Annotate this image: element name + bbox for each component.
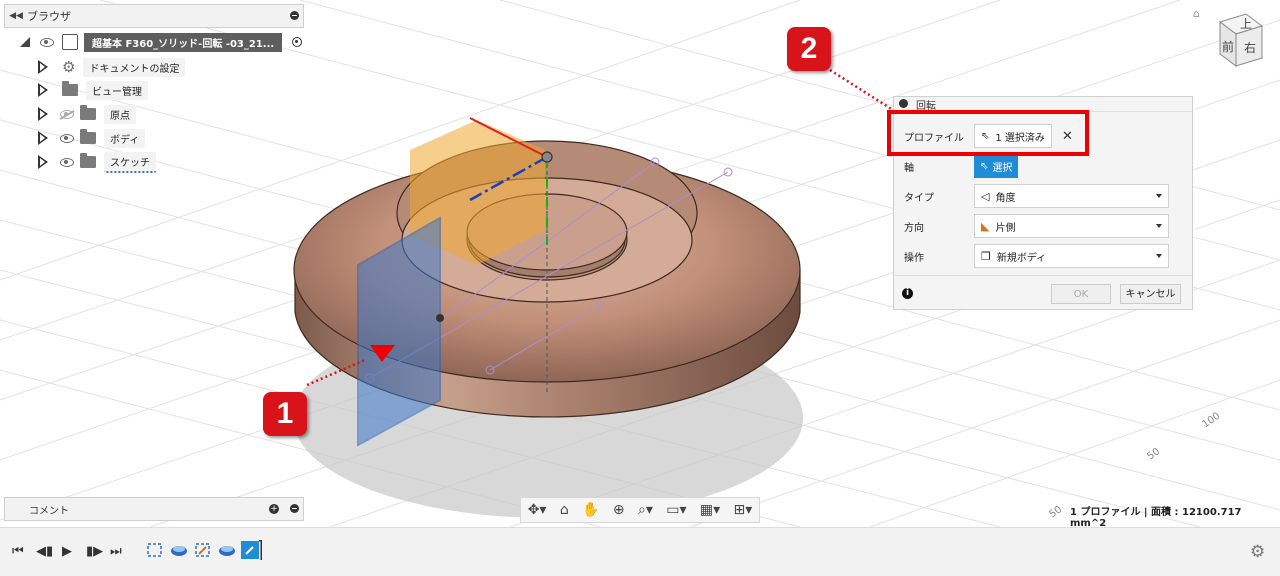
viewcube-top-label: 上 <box>1240 17 1252 31</box>
angle-icon: ◁ <box>981 189 990 203</box>
expand-icon[interactable] <box>38 83 50 97</box>
chevron-down-icon <box>1156 254 1162 258</box>
tree-item-sketches[interactable]: スケッチ <box>38 151 156 173</box>
expand-open-icon[interactable] <box>20 37 30 47</box>
fit-icon[interactable]: ⌕▾ <box>638 502 653 518</box>
direction-value: 片側 <box>995 222 1016 234</box>
viewcube-front-label: 前 <box>1222 39 1234 54</box>
type-dropdown[interactable]: ◁ 角度 <box>974 184 1169 208</box>
minimize-comment-button[interactable] <box>285 503 303 516</box>
zoom-icon[interactable]: ⊕ <box>613 502 625 518</box>
scale-label-100: 100 <box>1200 410 1222 430</box>
navigation-toolbar: ✥▾ ⌂ ✋ ⊕ ⌕▾ ▭▾ ▦▾ ⊞▾ <box>520 497 760 523</box>
info-icon[interactable]: i <box>902 288 913 299</box>
orbit-icon[interactable]: ✥▾ <box>528 502 547 518</box>
operation-value: 新規ボディ <box>996 252 1047 264</box>
tree-item-label: ボディ <box>104 128 146 148</box>
tree-item-label: 原点 <box>104 104 136 124</box>
direction-dropdown[interactable]: ◣ 片側 <box>974 214 1169 238</box>
visibility-eye-icon[interactable] <box>40 37 54 47</box>
timeline-extrude-icon[interactable] <box>170 542 188 558</box>
tree-item-document-settings[interactable]: ⚙ ドキュメントの設定 <box>38 57 186 77</box>
look-at-icon[interactable]: ⌂ <box>560 502 569 518</box>
comment-panel: コメント + <box>4 497 304 521</box>
tree-root[interactable]: 超基本 F360_ソリッド-回転 -03_21... <box>20 32 303 52</box>
operation-label: 操作 <box>904 252 924 264</box>
callout-badge-2: 2 <box>787 27 831 71</box>
timeline-sketch-icon[interactable] <box>146 542 164 558</box>
visibility-eye-icon[interactable] <box>60 157 74 167</box>
pan-icon[interactable]: ✋ <box>582 502 599 518</box>
document-name: 超基本 F360_ソリッド-回転 -03_21... <box>84 32 283 52</box>
folder-icon <box>62 81 78 96</box>
tree-item-label: スケッチ <box>104 151 156 173</box>
tree-item-label: ドキュメントの設定 <box>83 57 186 77</box>
viewports-icon[interactable]: ⊞▾ <box>734 502 753 518</box>
selection-status: 1 プロファイル | 面積 : 12100.717 mm^2 <box>1070 507 1242 529</box>
operation-row: 操作 ❒ 新規ボディ <box>894 243 1192 269</box>
collapse-dialog-icon[interactable] <box>899 99 908 108</box>
direction-label: 方向 <box>904 222 924 234</box>
gear-icon: ⚙ <box>62 58 76 76</box>
display-settings-icon[interactable]: ▭▾ <box>666 502 686 518</box>
add-comment-button[interactable]: + <box>269 504 279 514</box>
play-icon[interactable]: ▶ <box>62 544 72 559</box>
tree-item-label: ビュー管理 <box>86 80 148 100</box>
new-body-icon: ❒ <box>981 249 991 263</box>
browser-panel-header: ◀◀ ブラウザ <box>4 4 304 28</box>
go-to-end-icon[interactable]: ⏭ <box>110 544 122 559</box>
timeline-settings-gear-icon[interactable]: ⚙ <box>1250 542 1265 562</box>
axis-value: 選択 <box>992 162 1013 174</box>
folder-icon <box>80 129 96 144</box>
callout-badge-1: 1 <box>263 392 307 436</box>
collapse-browser-icon[interactable]: ◀◀ <box>5 11 27 21</box>
folder-icon <box>80 153 96 168</box>
viewcube-right-label: 右 <box>1244 40 1256 55</box>
step-back-icon[interactable]: ◀▮ <box>36 544 53 559</box>
operation-dropdown[interactable]: ❒ 新規ボディ <box>974 244 1169 268</box>
scale-label-50a: 50 <box>1145 446 1162 462</box>
one-side-icon: ◣ <box>981 219 990 233</box>
highlight-box <box>887 110 1089 156</box>
minimize-browser-button[interactable] <box>285 10 303 23</box>
document-icon <box>62 34 78 50</box>
tree-item-bodies[interactable]: ボディ <box>38 128 146 148</box>
ok-button[interactable]: OK <box>1051 284 1111 304</box>
tree-item-origin[interactable]: 原点 <box>38 104 136 124</box>
direction-row: 方向 ◣ 片側 <box>894 213 1192 239</box>
type-label: タイプ <box>904 192 934 204</box>
axis-row: 軸 ⇖ 選択 <box>894 153 1192 179</box>
timeline-active-sketch-icon[interactable] <box>240 540 262 560</box>
go-to-start-icon[interactable]: ⏮ <box>12 544 24 559</box>
chevron-down-icon <box>1156 224 1162 228</box>
chevron-down-icon <box>1156 194 1162 198</box>
timeline-bar: ⏮ ◀▮ ▶ ▮▶ ⏭ ⚙ <box>0 527 1280 576</box>
type-value: 角度 <box>995 192 1016 204</box>
grid-settings-icon[interactable]: ▦▾ <box>700 502 720 518</box>
cursor-arrow-icon: ⇖ <box>980 160 989 172</box>
viewcube[interactable]: 上 前 右 <box>1190 4 1270 84</box>
activate-radio-icon[interactable] <box>292 37 303 47</box>
scale-label-50b: 50 <box>1047 504 1064 520</box>
expand-icon[interactable] <box>38 107 50 121</box>
expand-icon[interactable] <box>38 60 50 74</box>
visibility-eye-icon[interactable] <box>60 133 74 143</box>
folder-icon <box>80 105 96 120</box>
timeline-revolve-icon[interactable] <box>218 542 236 558</box>
step-forward-icon[interactable]: ▮▶ <box>86 544 103 559</box>
hidden-eye-icon[interactable] <box>60 109 74 119</box>
tree-item-view-manager[interactable]: ビュー管理 <box>38 80 148 100</box>
cancel-button[interactable]: キャンセル <box>1120 284 1181 304</box>
expand-icon[interactable] <box>38 131 50 145</box>
axis-selector[interactable]: ⇖ 選択 <box>974 154 1019 178</box>
browser-title: ブラウザ <box>27 10 71 23</box>
type-row: タイプ ◁ 角度 <box>894 183 1192 209</box>
comment-title: コメント <box>29 505 69 517</box>
axis-label: 軸 <box>904 162 914 174</box>
expand-icon[interactable] <box>38 155 50 169</box>
timeline-sketch-icon-2[interactable] <box>194 542 212 558</box>
dialog-footer: i OK キャンセル <box>894 275 1192 310</box>
